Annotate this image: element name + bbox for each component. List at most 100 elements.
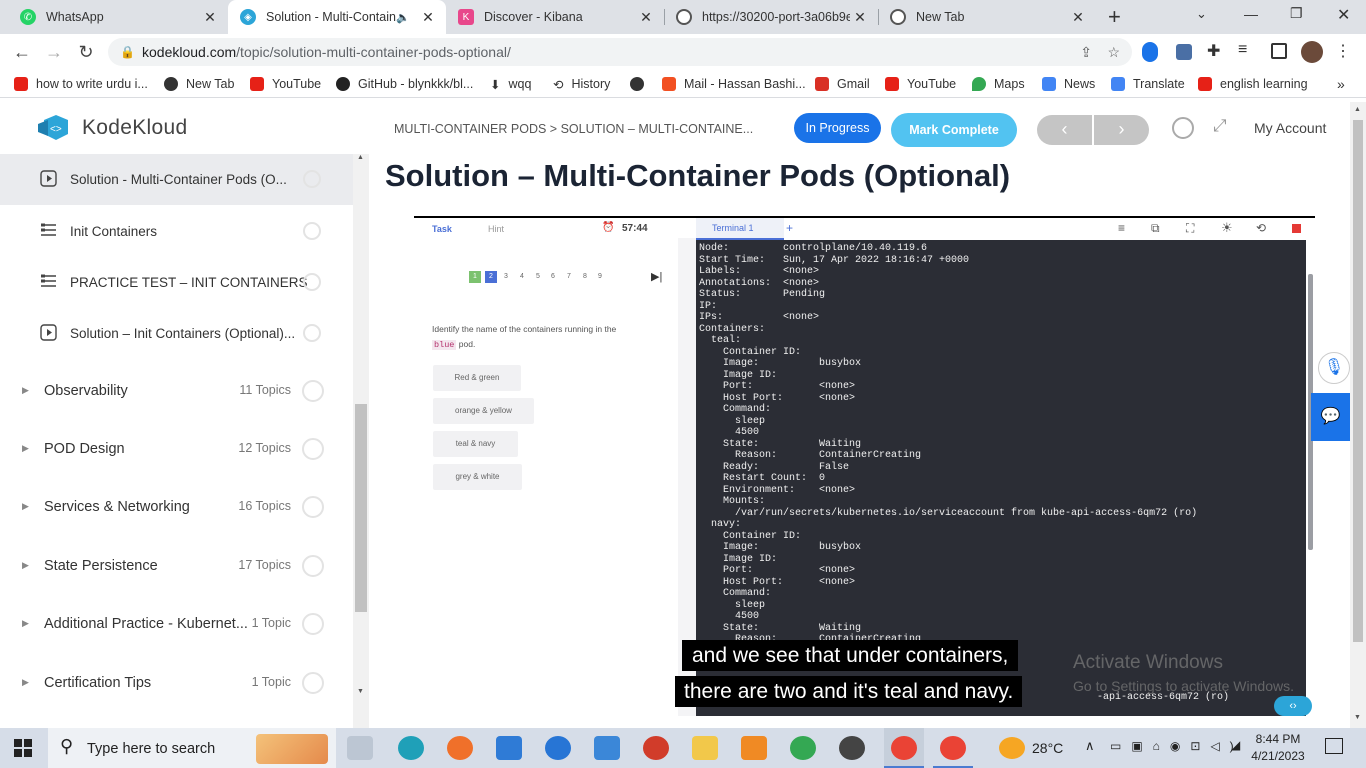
bookmark-item[interactable]: News xyxy=(1042,75,1095,93)
close-tab-icon[interactable]: ✕ xyxy=(418,9,438,26)
bookmark-star-icon[interactable]: ☆ xyxy=(1107,38,1120,66)
side-panel-icon[interactable] xyxy=(1271,43,1287,59)
menu-icon[interactable]: ≡ xyxy=(1118,221,1125,235)
module-item[interactable]: ▶ Certification Tips 1 Topic xyxy=(0,652,353,710)
more-bookmarks-icon[interactable]: » xyxy=(1337,75,1345,93)
tab-terminal[interactable]: Terminal 1 xyxy=(696,218,784,240)
lesson-item[interactable]: Solution – Init Containers (Optional)... xyxy=(0,307,353,358)
page-number[interactable]: 4 xyxy=(516,271,528,283)
expand-arrow-icon[interactable]: ▶ xyxy=(22,501,29,512)
share-icon[interactable]: ⇪ xyxy=(1080,38,1092,66)
module-item[interactable]: ▶ Additional Practice - Kubernet... 1 To… xyxy=(0,593,353,651)
task-view-icon[interactable] xyxy=(347,736,373,760)
close-window-button[interactable]: ✕ xyxy=(1337,5,1350,25)
bookmark-item[interactable]: New Tab xyxy=(164,75,234,93)
close-tab-icon[interactable]: ✕ xyxy=(200,9,220,26)
phone-app-icon[interactable] xyxy=(545,736,571,760)
sidebar-scroll-thumb[interactable] xyxy=(355,404,367,612)
page-number[interactable]: 5 xyxy=(532,271,544,283)
expand-arrow-icon[interactable]: ▶ xyxy=(22,677,29,688)
close-tab-icon[interactable]: ✕ xyxy=(1068,9,1088,26)
clock-time[interactable]: 8:44 PM xyxy=(1249,732,1307,746)
fullscreen-icon[interactable]: ⤢ xyxy=(1213,116,1227,136)
browser-menu-icon[interactable]: ⋮ xyxy=(1335,41,1351,61)
tab-hint[interactable]: Hint xyxy=(488,224,504,234)
windows-start-icon[interactable] xyxy=(14,739,32,757)
app-icon[interactable] xyxy=(643,736,669,760)
logo[interactable]: <> xyxy=(34,114,72,142)
file-explorer-icon[interactable] xyxy=(692,736,718,760)
download-extension-icon[interactable] xyxy=(1176,44,1192,60)
page-number[interactable]: 1 xyxy=(469,271,481,283)
close-tab-icon[interactable]: ✕ xyxy=(636,9,656,26)
tray-chevron-icon[interactable]: ∧ xyxy=(1085,738,1095,754)
expand-arrow-icon[interactable]: ▶ xyxy=(22,385,29,396)
chat-button[interactable]: 💬 xyxy=(1311,393,1350,441)
bookmark-item[interactable]: YouTube xyxy=(250,75,321,93)
edge-icon[interactable] xyxy=(398,736,424,760)
tab-search-icon[interactable]: ⌄ xyxy=(1196,6,1207,22)
clock-date[interactable]: 4/21/2023 xyxy=(1249,749,1307,763)
firefox-icon[interactable] xyxy=(447,736,473,760)
breadcrumb[interactable]: MULTI-CONTAINER PODS > SOLUTION – MULTI-… xyxy=(394,122,753,136)
new-tab-button[interactable]: + xyxy=(1108,4,1121,30)
bookmark-item[interactable]: ⟲ History xyxy=(553,75,610,93)
module-item[interactable]: ▶ POD Design 12 Topics xyxy=(0,418,353,476)
page-scroll-thumb[interactable] xyxy=(1353,120,1363,642)
bookmark-item[interactable]: Mail - Hassan Bashi... xyxy=(662,75,806,93)
lesson-item[interactable]: Init Containers xyxy=(0,205,353,256)
my-account-link[interactable]: My Account xyxy=(1254,120,1326,136)
reload-button[interactable]: ↻ xyxy=(74,40,98,64)
stop-icon[interactable] xyxy=(1292,224,1301,233)
tab-port[interactable]: https://30200-port-3a06b9e ✕ xyxy=(664,0,878,34)
reading-list-icon[interactable]: ≡ xyxy=(1238,41,1247,59)
back-button[interactable]: ← xyxy=(10,40,34,64)
module-item[interactable]: ▶ Observability 11 Topics xyxy=(0,360,353,418)
minimize-button[interactable]: — xyxy=(1244,6,1258,22)
bookmark-item[interactable]: YouTube xyxy=(885,75,956,93)
add-terminal-button[interactable]: + xyxy=(786,221,793,235)
page-scrollbar[interactable]: ▲ ▼ xyxy=(1350,102,1366,728)
module-item[interactable]: ▶ State Persistence 17 Topics xyxy=(0,535,353,593)
obs-icon[interactable] xyxy=(839,736,865,760)
temperature[interactable]: 28°C xyxy=(1032,740,1063,756)
answer-option[interactable]: Red & green xyxy=(433,365,521,391)
tab-whatsapp[interactable]: ✆ WhatsApp ✕ xyxy=(8,0,228,34)
system-tray-icons[interactable]: ▭▣⌂◉⊡◁) xyxy=(1110,739,1244,753)
chrome-active-icon[interactable] xyxy=(884,728,924,768)
expand-arrow-icon[interactable]: ▶ xyxy=(22,560,29,571)
audio-playing-icon[interactable]: 🔈 xyxy=(396,11,410,24)
tab-kodekloud[interactable]: ◈ Solution - Multi-Contain 🔈 ✕ xyxy=(228,0,446,34)
microphone-extension-icon[interactable] xyxy=(1142,42,1158,62)
page-number[interactable]: 6 xyxy=(547,271,559,283)
page-number[interactable]: 2 xyxy=(485,271,497,283)
page-number[interactable]: 9 xyxy=(594,271,606,283)
address-bar[interactable]: 🔒 kodekloud.com/topic/solution-multi-con… xyxy=(108,38,1132,66)
bookmark-item[interactable] xyxy=(630,75,644,93)
tab-kibana[interactable]: K Discover - Kibana ✕ xyxy=(446,0,664,34)
lesson-item[interactable]: PRACTICE TEST – INIT CONTAINERS xyxy=(0,256,353,307)
bookmark-item[interactable]: Translate xyxy=(1111,75,1185,93)
module-item[interactable]: ▶ Services & Networking 16 Topics xyxy=(0,476,353,534)
previous-lesson-button[interactable]: ‹ xyxy=(1037,115,1092,145)
profile-avatar[interactable] xyxy=(1301,41,1323,63)
bookmark-item[interactable]: Maps xyxy=(972,75,1025,93)
settings-icon[interactable] xyxy=(741,736,767,760)
answer-option[interactable]: grey & white xyxy=(433,464,522,490)
answer-option[interactable]: teal & navy xyxy=(433,431,518,457)
bookmark-item[interactable]: how to write urdu i... xyxy=(14,75,148,93)
close-tab-icon[interactable]: ✕ xyxy=(850,9,870,26)
sidebar-scrollbar[interactable]: ▲ ▼ xyxy=(353,154,369,728)
bookmark-item[interactable]: english learning xyxy=(1198,75,1308,93)
chrome-icon[interactable] xyxy=(790,736,816,760)
expand-icon[interactable]: ⛶ xyxy=(1186,221,1194,236)
chrome-profile-icon[interactable] xyxy=(933,728,973,768)
store-icon[interactable] xyxy=(496,736,522,760)
tab-newtab[interactable]: New Tab ✕ xyxy=(878,0,1096,34)
dark-mode-icon[interactable] xyxy=(1172,117,1194,139)
expand-arrow-icon[interactable]: ▶ xyxy=(22,618,29,629)
page-number[interactable]: 3 xyxy=(500,271,512,283)
open-external-icon[interactable]: ⧉ xyxy=(1151,221,1160,236)
page-number[interactable]: 7 xyxy=(563,271,575,283)
reset-icon[interactable]: ⟲ xyxy=(1256,221,1266,235)
